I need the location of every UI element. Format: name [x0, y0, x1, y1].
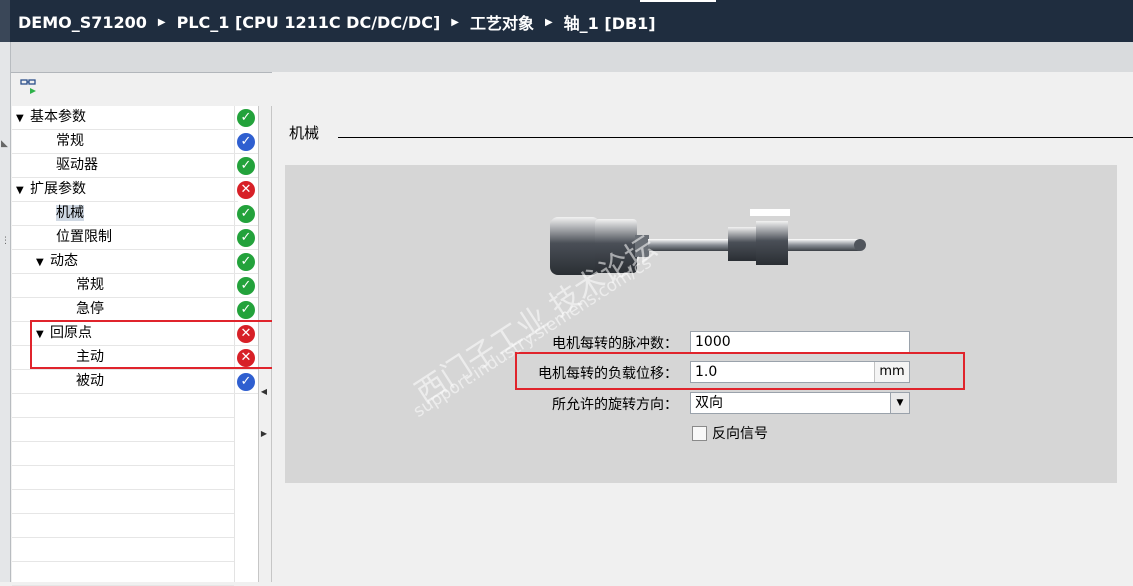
chevron-down-icon[interactable]: ▼	[890, 393, 909, 413]
breadcrumb-separator-icon: ▶	[451, 16, 459, 28]
collapse-left-icon[interactable]: ◀	[259, 384, 269, 400]
tree-item-label: 扩展参数	[30, 181, 86, 197]
pulses-per-rev-input[interactable]: 1000	[690, 331, 910, 353]
expand-right-icon[interactable]: ▶	[259, 426, 269, 442]
breadcrumb-tech-objects[interactable]: 工艺对象	[470, 10, 534, 34]
tree-item-passive-homing[interactable]: 被动	[12, 370, 298, 394]
invert-signal-label[interactable]: 反向信号	[712, 423, 768, 443]
left-collapse-strip: ◣ ⋮	[0, 42, 11, 582]
tree-item-label: 驱动器	[56, 157, 98, 173]
breadcrumb-plc[interactable]: PLC_1 [CPU 1211C DC/DC/DC]	[177, 13, 441, 32]
breadcrumb-bar: DEMO_S71200 ▶ PLC_1 [CPU 1211C DC/DC/DC]…	[0, 0, 1133, 42]
direction-value: 双向	[695, 395, 723, 411]
invert-signal-checkbox[interactable]	[692, 426, 707, 441]
breadcrumb: DEMO_S71200 ▶ PLC_1 [CPU 1211C DC/DC/DC]…	[18, 10, 656, 34]
tree-item-label: 常规	[56, 133, 84, 149]
collapse-arrow-icon[interactable]: ◣	[1, 140, 8, 149]
ok-check-icon: ✓	[237, 205, 255, 223]
left-edge	[0, 0, 10, 42]
ballscrew-illustration-icon	[550, 209, 866, 275]
expand-arrow-icon[interactable]: ▼	[16, 107, 30, 130]
error-cross-icon: ✕	[237, 181, 255, 199]
tree-empty-row	[12, 394, 234, 418]
tree-item-label: 被动	[76, 373, 104, 389]
tree-item-label: 急停	[76, 301, 104, 317]
tree-item-label: 动态	[50, 253, 78, 269]
functional-view-icon[interactable]	[20, 78, 42, 98]
tree-empty-row	[12, 538, 234, 562]
tree-empty-row	[12, 466, 234, 490]
pulses-label: 电机每转的脉冲数：	[552, 336, 678, 352]
ok-check-icon: ✓	[237, 277, 255, 295]
tree-empty-row	[12, 514, 234, 538]
tree-empty-row	[12, 490, 234, 514]
breadcrumb-axis[interactable]: 轴_1 [DB1]	[564, 10, 656, 34]
tree-empty-row	[12, 442, 234, 466]
tree-empty-row	[12, 562, 234, 586]
breadcrumb-project[interactable]: DEMO_S71200	[18, 13, 147, 32]
section-divider	[338, 137, 1133, 138]
tree-item-label: 机械	[56, 205, 84, 221]
ok-check-icon: ✓	[237, 109, 255, 127]
expand-arrow-icon[interactable]: ▼	[36, 251, 50, 274]
direction-label: 所允许的旋转方向：	[552, 397, 678, 413]
ok-check-icon: ✓	[237, 157, 255, 175]
tree-item-dynamics[interactable]: ▼ 动态	[12, 250, 258, 274]
tree-item-label: 位置限制	[56, 229, 112, 245]
section-title: 机械	[289, 124, 320, 142]
highlight-distance-box	[515, 352, 965, 390]
highlight-homing-box	[30, 320, 299, 369]
tree-item-extended-params[interactable]: ▼ 扩展参数	[12, 178, 238, 202]
ok-check-icon: ✓	[237, 229, 255, 247]
ok-check-icon: ✓	[237, 253, 255, 271]
info-check-icon: ✓	[237, 133, 255, 151]
tree-item-label: 基本参数	[30, 109, 86, 125]
tree-item-basic-params[interactable]: ▼ 基本参数	[12, 106, 238, 130]
breadcrumb-separator-icon: ▶	[544, 16, 553, 28]
direction-select[interactable]: 双向 ▼	[690, 392, 910, 414]
tree-empty-row	[12, 418, 234, 442]
tree-item-emergency-stop[interactable]: 急停	[12, 298, 298, 322]
toolbar	[0, 42, 1133, 73]
title-accent-line	[640, 0, 716, 2]
expand-arrow-icon[interactable]: ▼	[16, 179, 30, 202]
tree-item-dynamics-general[interactable]: 常规	[12, 274, 298, 298]
info-check-icon: ✓	[237, 373, 255, 391]
splitter-grip-icon[interactable]: ⋮	[1, 237, 10, 246]
breadcrumb-separator-icon: ▶	[157, 16, 166, 28]
ok-check-icon: ✓	[237, 301, 255, 319]
tree-item-label: 常规	[76, 277, 104, 293]
